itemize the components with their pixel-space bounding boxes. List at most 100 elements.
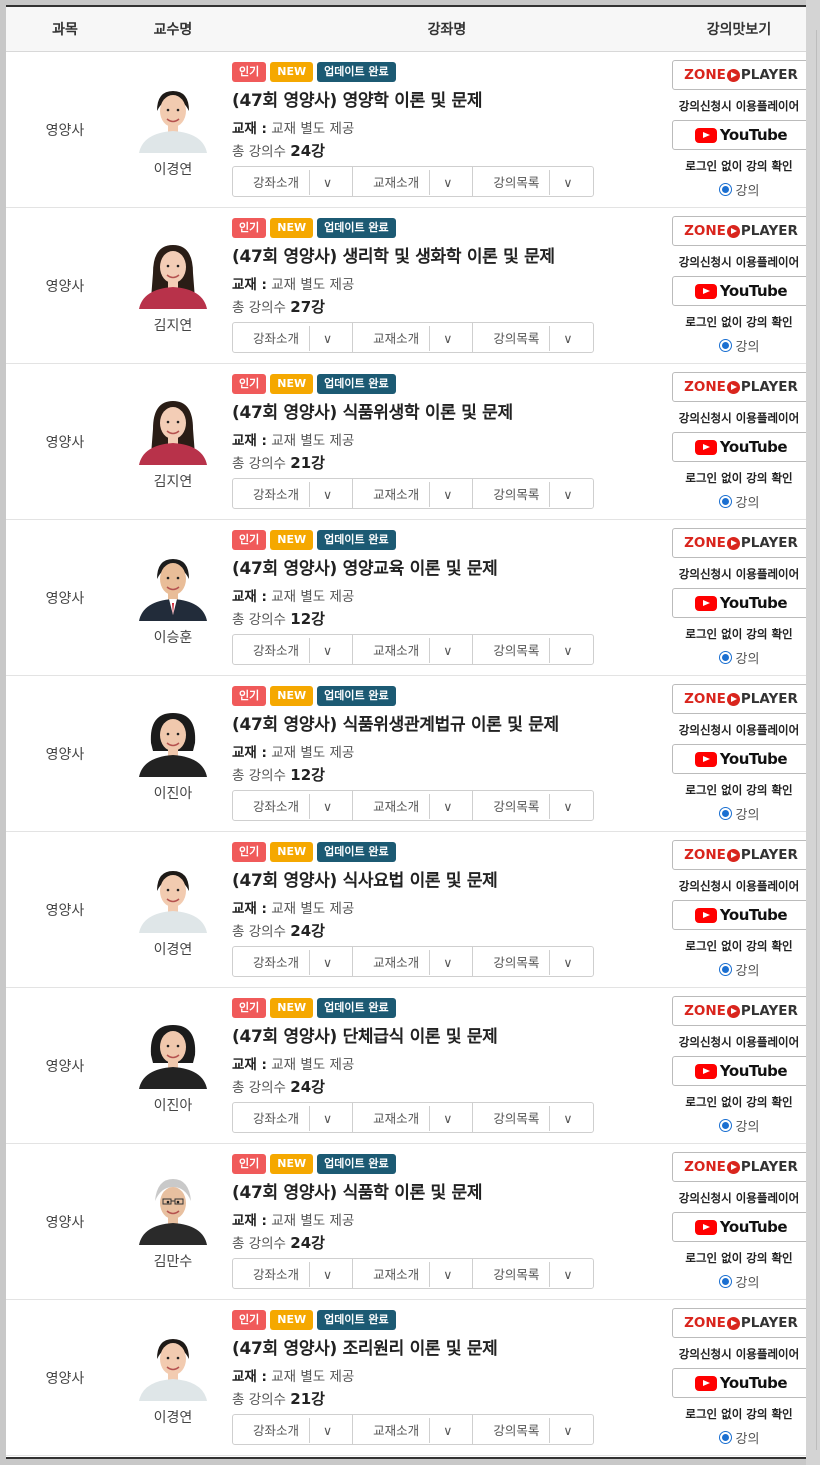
course-title[interactable]: (47회 영양사) 식품위생관계법규 이론 및 문제	[232, 710, 672, 735]
course-title[interactable]: (47회 영양사) 조리원리 이론 및 문제	[232, 1334, 672, 1359]
radio-selected-icon[interactable]	[718, 1119, 732, 1132]
course-intro-button[interactable]: 강좌소개 ∨	[233, 323, 354, 352]
lecture-list-button[interactable]: 강의목록 ∨	[473, 1103, 592, 1132]
radio-selected-icon[interactable]	[718, 183, 732, 196]
youtube-button[interactable]: YouTube	[672, 1212, 806, 1242]
professor-photo[interactable]	[133, 1328, 213, 1401]
course-intro-button[interactable]: 강좌소개 ∨	[233, 947, 354, 976]
radio-selected-icon[interactable]	[718, 1431, 732, 1444]
lecture-radio[interactable]: 강의	[672, 492, 806, 511]
subject-cell: 영양사	[6, 519, 124, 676]
book-intro-button[interactable]: 교재소개 ∨	[353, 479, 474, 508]
course-title[interactable]: (47회 영양사) 영양학 이론 및 문제	[232, 86, 672, 111]
textbook-label: 교재 :	[232, 277, 267, 293]
radio-selected-icon[interactable]	[718, 1275, 732, 1288]
radio-selected-icon[interactable]	[718, 651, 732, 664]
lecture-radio[interactable]: 강의	[672, 648, 806, 667]
lecture-radio[interactable]: 강의	[672, 1428, 806, 1447]
zone-player-button[interactable]: ZONE PLAYER	[672, 996, 806, 1026]
lecture-radio[interactable]: 강의	[672, 1272, 806, 1291]
course-title[interactable]: (47회 영양사) 단체급식 이론 및 문제	[232, 1022, 672, 1047]
radio-selected-icon[interactable]	[718, 339, 732, 352]
course-intro-button[interactable]: 강좌소개 ∨	[233, 635, 354, 664]
lecture-radio[interactable]: 강의	[672, 180, 806, 199]
player-logo-text: PLAYER	[740, 1315, 798, 1331]
book-intro-button[interactable]: 교재소개 ∨	[353, 1103, 474, 1132]
professor-cell: 이경연	[124, 831, 222, 988]
professor-photo[interactable]	[133, 392, 213, 465]
professor-photo[interactable]	[133, 548, 213, 621]
professor-photo[interactable]	[133, 860, 213, 933]
lecture-list-button[interactable]: 강의목록 ∨	[473, 791, 592, 820]
radio-label: 강의	[735, 808, 760, 823]
count-prefix: 총 강의수	[232, 144, 286, 160]
course-title[interactable]: (47회 영양사) 영양교육 이론 및 문제	[232, 554, 672, 579]
book-intro-button[interactable]: 교재소개 ∨	[353, 635, 474, 664]
lecture-radio[interactable]: 강의	[672, 336, 806, 355]
professor-photo[interactable]	[133, 704, 213, 777]
zone-player-button[interactable]: ZONE PLAYER	[672, 216, 806, 246]
book-intro-button[interactable]: 교재소개 ∨	[353, 947, 474, 976]
book-intro-button[interactable]: 교재소개 ∨	[353, 791, 474, 820]
youtube-button[interactable]: YouTube	[672, 276, 806, 306]
course-intro-label: 강좌소개	[243, 638, 311, 663]
professor-photo[interactable]	[133, 1016, 213, 1089]
lecture-list-button[interactable]: 강의목록 ∨	[473, 1415, 592, 1444]
lecture-list-button[interactable]: 강의목록 ∨	[473, 323, 592, 352]
lecture-radio[interactable]: 강의	[672, 804, 806, 823]
preview-cell: ZONE PLAYER 강의신청시 이용플레이어 YouTube 로그인 없이 강…	[672, 207, 806, 364]
course-intro-button[interactable]: 강좌소개 ∨	[233, 479, 354, 508]
player-caption: 강의신청시 이용플레이어	[678, 1035, 800, 1049]
course-intro-button[interactable]: 강좌소개 ∨	[233, 791, 354, 820]
course-intro-button[interactable]: 강좌소개 ∨	[233, 167, 354, 196]
zone-player-button[interactable]: ZONE PLAYER	[672, 528, 806, 558]
youtube-button[interactable]: YouTube	[672, 432, 806, 462]
course-title[interactable]: (47회 영양사) 식품학 이론 및 문제	[232, 1178, 672, 1203]
youtube-button[interactable]: YouTube	[672, 744, 806, 774]
radio-selected-icon[interactable]	[718, 963, 732, 976]
course-title[interactable]: (47회 영양사) 식사요법 이론 및 문제	[232, 866, 672, 891]
lecture-list-label: 강의목록	[483, 794, 551, 819]
youtube-button[interactable]: YouTube	[672, 1056, 806, 1086]
professor-photo[interactable]	[133, 236, 213, 309]
subject-cell: 영양사	[6, 1143, 124, 1300]
lecture-list-button[interactable]: 강의목록 ∨	[473, 1259, 592, 1288]
youtube-button[interactable]: YouTube	[672, 588, 806, 618]
professor-photo[interactable]	[133, 80, 213, 153]
zone-player-button[interactable]: ZONE PLAYER	[672, 60, 806, 90]
course-title[interactable]: (47회 영양사) 생리학 및 생화학 이론 및 문제	[232, 242, 672, 267]
course-title[interactable]: (47회 영양사) 식품위생학 이론 및 문제	[232, 398, 672, 423]
course-intro-button[interactable]: 강좌소개 ∨	[233, 1259, 354, 1288]
book-intro-button[interactable]: 교재소개 ∨	[353, 1259, 474, 1288]
book-intro-button[interactable]: 교재소개 ∨	[353, 1415, 474, 1444]
professor-photo[interactable]	[133, 1172, 213, 1245]
zone-player-button[interactable]: ZONE PLAYER	[672, 372, 806, 402]
lecture-radio[interactable]: 강의	[672, 1116, 806, 1135]
table-row: 영양사 이승훈 인기 NEW 업데이트 완료 (47회 영양사) 영양교육 이론…	[6, 519, 806, 676]
lecture-radio[interactable]: 강의	[672, 960, 806, 979]
youtube-label: YouTube	[719, 126, 788, 144]
lecture-list-button[interactable]: 강의목록 ∨	[473, 167, 592, 196]
lecture-list-button[interactable]: 강의목록 ∨	[473, 635, 592, 664]
youtube-button[interactable]: YouTube	[672, 1368, 806, 1398]
zone-player-button[interactable]: ZONE PLAYER	[672, 684, 806, 714]
preview-cell: ZONE PLAYER 강의신청시 이용플레이어 YouTube 로그인 없이 강…	[672, 987, 806, 1144]
zone-player-button[interactable]: ZONE PLAYER	[672, 1152, 806, 1182]
zone-player-button[interactable]: ZONE PLAYER	[672, 1308, 806, 1338]
course-intro-label: 강좌소개	[243, 482, 311, 507]
lecture-list-button[interactable]: 강의목록 ∨	[473, 479, 592, 508]
youtube-label: YouTube	[719, 1374, 788, 1392]
radio-selected-icon[interactable]	[718, 807, 732, 820]
book-intro-button[interactable]: 교재소개 ∨	[353, 167, 474, 196]
youtube-button[interactable]: YouTube	[672, 900, 806, 930]
lecture-list-button[interactable]: 강의목록 ∨	[473, 947, 592, 976]
youtube-button[interactable]: YouTube	[672, 120, 806, 150]
book-intro-button[interactable]: 교재소개 ∨	[353, 323, 474, 352]
course-intro-button[interactable]: 강좌소개 ∨	[233, 1103, 354, 1132]
radio-selected-icon[interactable]	[718, 495, 732, 508]
course-intro-button[interactable]: 강좌소개 ∨	[233, 1415, 354, 1444]
count-prefix: 총 강의수	[232, 1080, 286, 1096]
play-icon	[726, 224, 740, 238]
zone-player-button[interactable]: ZONE PLAYER	[672, 840, 806, 870]
lecture-list-label: 강의목록	[483, 482, 551, 507]
